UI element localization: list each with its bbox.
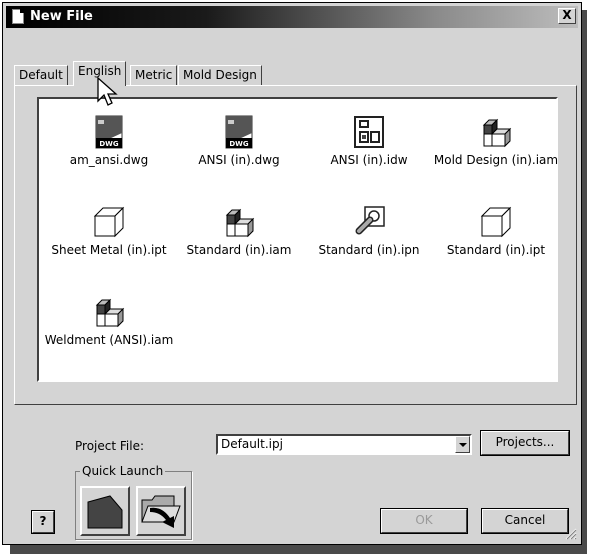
project-file-select[interactable]: Default.ipj bbox=[216, 434, 472, 455]
help-button[interactable]: ? bbox=[31, 510, 55, 534]
project-file-label: Project File: bbox=[75, 439, 144, 453]
template-file-list[interactable]: DWG am_ansi.dwg DWG ANSI (in).dwg ANSI (… bbox=[37, 97, 558, 382]
open-folder-icon bbox=[141, 495, 181, 528]
file-name: Standard (in).ipn bbox=[318, 243, 420, 257]
quick-launch-legend: Quick Launch bbox=[80, 464, 166, 478]
file-item-sheet-metal-in-ipt[interactable]: Sheet Metal (in).ipt bbox=[44, 205, 174, 257]
file-item-standard-in-iam[interactable]: Standard (in).iam bbox=[174, 205, 304, 257]
tab-metric[interactable]: Metric bbox=[130, 65, 178, 85]
presentation-file-icon bbox=[355, 206, 385, 235]
open-file-button[interactable] bbox=[136, 486, 186, 536]
project-file-value: Default.ipj bbox=[221, 437, 283, 451]
quick-launch-group: Quick Launch bbox=[75, 464, 192, 540]
file-name: ANSI (in).idw bbox=[330, 153, 408, 167]
close-button[interactable]: X bbox=[558, 8, 576, 24]
ok-button[interactable]: OK bbox=[380, 508, 468, 534]
part-file-icon bbox=[480, 206, 512, 238]
file-name: Mold Design (in).iam bbox=[433, 153, 559, 167]
tab-mold-design[interactable]: Mold Design bbox=[178, 65, 262, 85]
cancel-button[interactable]: Cancel bbox=[481, 508, 569, 534]
file-item-am-ansi-dwg[interactable]: DWG am_ansi.dwg bbox=[44, 115, 174, 167]
tab-default[interactable]: Default bbox=[14, 65, 68, 85]
file-item-ansi-in-idw[interactable]: ANSI (in).idw bbox=[304, 115, 434, 167]
file-item-weldment-ansi-iam[interactable]: Weldment (ANSI).iam bbox=[44, 295, 174, 347]
file-item-standard-in-ipt[interactable]: Standard (in).ipt bbox=[431, 205, 561, 257]
open-sample-button[interactable] bbox=[80, 486, 130, 536]
new-file-dialog: New File X Default English Metric Mold D… bbox=[2, 2, 582, 545]
dwg-badge-text: DWG bbox=[229, 140, 249, 148]
dwg-badge-text: DWG bbox=[99, 140, 119, 148]
assembly-file-icon bbox=[225, 208, 255, 238]
assembly-file-icon bbox=[482, 118, 512, 148]
file-name: Weldment (ANSI).iam bbox=[44, 333, 174, 347]
file-item-standard-in-ipn[interactable]: Standard (in).ipn bbox=[304, 205, 434, 257]
dropdown-arrow-icon[interactable] bbox=[455, 436, 470, 453]
new-file-icon bbox=[12, 9, 24, 24]
file-item-mold-design-in-iam[interactable]: Mold Design (in).iam bbox=[431, 115, 561, 167]
projects-button[interactable]: Projects... bbox=[480, 430, 570, 456]
dwg-file-icon: DWG bbox=[225, 115, 253, 149]
part-file-icon bbox=[93, 206, 125, 238]
mouse-pointer-icon bbox=[97, 77, 118, 106]
assembly-file-icon bbox=[95, 298, 125, 328]
dwg-file-icon: DWG bbox=[95, 115, 123, 149]
file-item-ansi-in-dwg[interactable]: DWG ANSI (in).dwg bbox=[174, 115, 304, 167]
tab-panel: DWG am_ansi.dwg DWG ANSI (in).dwg ANSI (… bbox=[14, 85, 577, 405]
file-name: am_ansi.dwg bbox=[69, 153, 149, 167]
dialog-title: New File bbox=[30, 9, 93, 24]
file-name: Standard (in).ipt bbox=[446, 243, 546, 257]
sample-part-icon bbox=[87, 495, 123, 529]
file-name: ANSI (in).dwg bbox=[198, 153, 280, 167]
resize-grip-icon[interactable] bbox=[565, 528, 577, 540]
title-bar[interactable]: New File X bbox=[6, 6, 578, 28]
file-name: Standard (in).iam bbox=[186, 243, 292, 257]
drawing-file-icon bbox=[354, 116, 384, 148]
file-name: Sheet Metal (in).ipt bbox=[51, 243, 167, 257]
